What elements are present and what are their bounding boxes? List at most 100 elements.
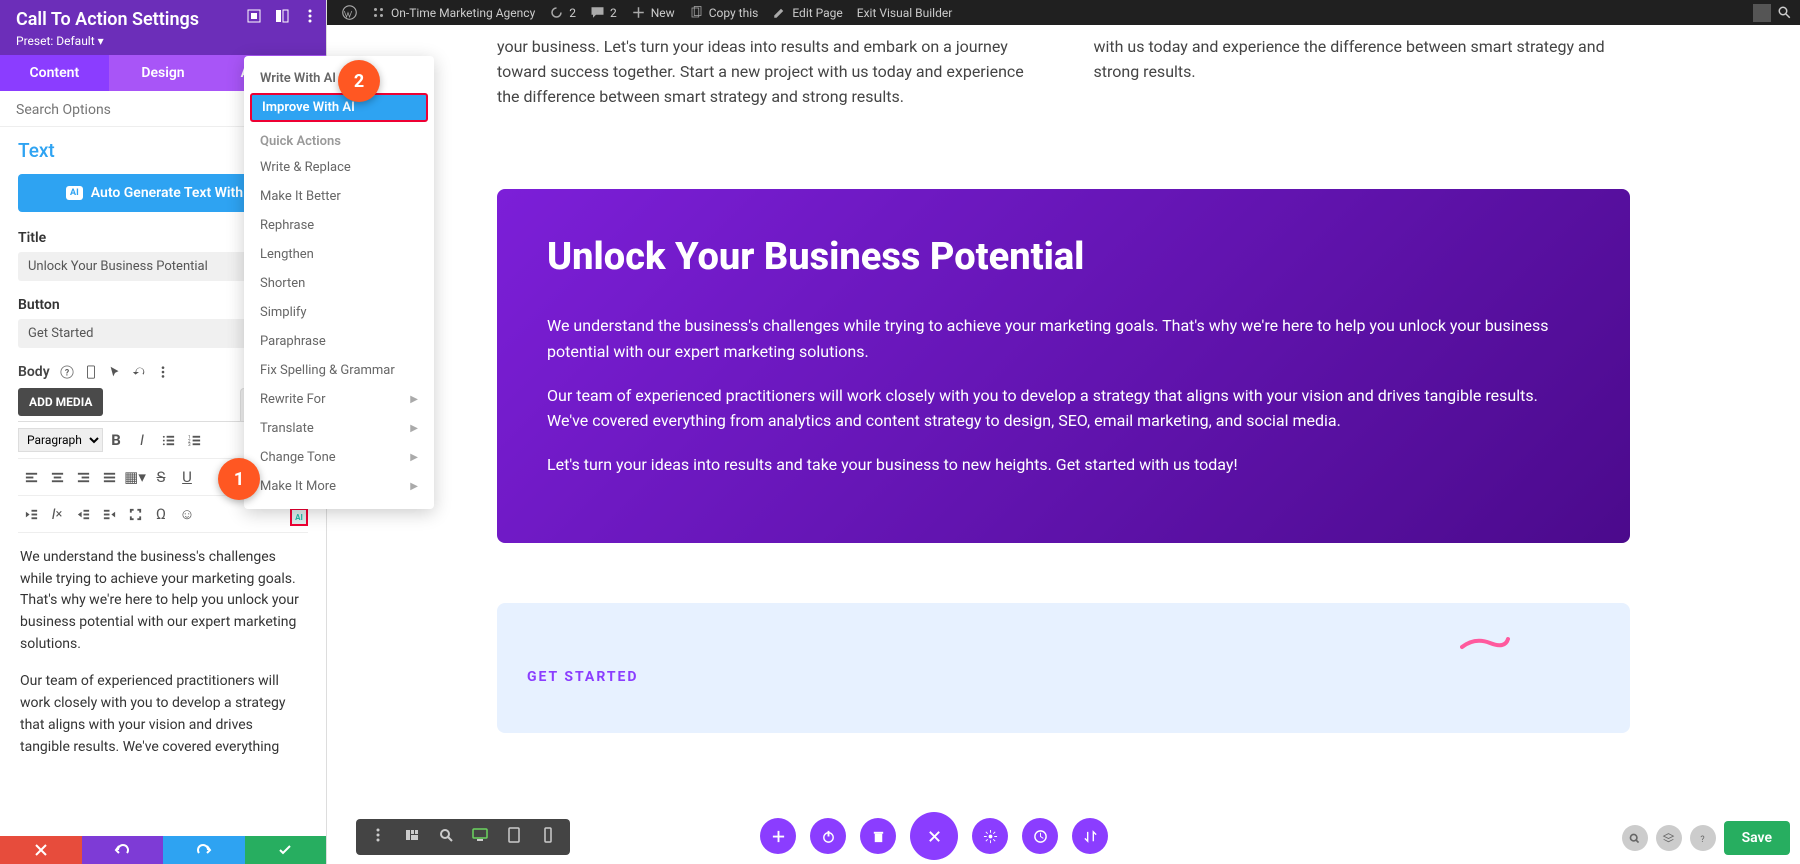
- history-button[interactable]: [1022, 818, 1058, 854]
- zoom-icon[interactable]: [434, 825, 458, 849]
- dd-simplify[interactable]: Simplify: [244, 298, 434, 327]
- bold-icon[interactable]: B: [103, 427, 129, 453]
- outdent-icon[interactable]: [18, 501, 44, 527]
- table-icon[interactable]: ▦▾: [122, 464, 148, 490]
- pink-swoosh-icon: [1460, 633, 1510, 651]
- panel-footer: [0, 836, 326, 864]
- clear-format-icon[interactable]: I×: [44, 501, 70, 527]
- settings-button[interactable]: [972, 818, 1008, 854]
- dd-paraphrase[interactable]: Paraphrase: [244, 327, 434, 356]
- dd-make-better[interactable]: Make It Better: [244, 182, 434, 211]
- dd-translate[interactable]: Translate▶: [244, 414, 434, 443]
- cta-p1: We understand the business's challenges …: [547, 313, 1580, 364]
- wireframe-icon[interactable]: [400, 825, 424, 849]
- align-left-icon[interactable]: [18, 464, 44, 490]
- omega-icon[interactable]: Ω: [148, 501, 174, 527]
- comments-count[interactable]: 2: [583, 0, 624, 25]
- edit-page-link[interactable]: Edit Page: [765, 0, 849, 25]
- question-grey-icon[interactable]: ?: [1690, 825, 1716, 851]
- wp-admin-bar: On-Time Marketing Agency 2 2 New Copy th…: [327, 0, 1800, 25]
- preset-selector[interactable]: Preset: Default ▾: [16, 34, 310, 48]
- site-name[interactable]: On-Time Marketing Agency: [364, 0, 542, 25]
- dd-rewrite-for[interactable]: Rewrite For▶: [244, 385, 434, 414]
- ai-dropdown: Write With AI Improve With AI Quick Acti…: [244, 56, 434, 509]
- get-started-label[interactable]: GET STARTED: [527, 669, 1600, 685]
- tablet-icon[interactable]: [502, 825, 526, 849]
- search-grey-icon[interactable]: [1622, 825, 1648, 851]
- italic-icon[interactable]: I: [129, 427, 155, 453]
- dd-improve[interactable]: Improve With AI: [250, 93, 428, 122]
- emoji-icon[interactable]: ☺: [174, 501, 200, 527]
- cursor-icon[interactable]: [108, 365, 122, 379]
- align-justify-icon[interactable]: [96, 464, 122, 490]
- ai-corner-icon[interactable]: AI: [290, 508, 308, 526]
- desktop-icon[interactable]: [468, 825, 492, 849]
- cta-p3: Let's turn your ideas into results and t…: [547, 452, 1580, 478]
- copy-link[interactable]: Copy this: [682, 0, 766, 25]
- body-editor[interactable]: We understand the business's challenges …: [18, 533, 308, 788]
- svg-text:3: 3: [187, 442, 190, 448]
- dd-lengthen[interactable]: Lengthen: [244, 240, 434, 269]
- trash-button[interactable]: [860, 818, 896, 854]
- dd-write-replace[interactable]: Write & Replace: [244, 153, 434, 182]
- indent-icon[interactable]: [70, 501, 96, 527]
- text-col-1: your business. Let's turn your ideas int…: [497, 35, 1034, 109]
- tab-content[interactable]: Content: [0, 55, 109, 91]
- builder-controls: [760, 812, 1108, 860]
- collapse-icon[interactable]: [274, 8, 290, 24]
- below-section: GET STARTED: [497, 603, 1630, 733]
- refresh-count[interactable]: 2: [542, 0, 583, 25]
- cta-title: Unlock Your Business Potential: [547, 235, 1580, 279]
- swap-button[interactable]: [1072, 818, 1108, 854]
- fullscreen-icon[interactable]: [122, 501, 148, 527]
- text-col-2: with us today and experience the differe…: [1094, 35, 1631, 109]
- ol-icon[interactable]: 123: [181, 427, 207, 453]
- snap-icon[interactable]: [246, 8, 262, 24]
- callout-1: 1: [218, 458, 260, 500]
- close-button[interactable]: [910, 812, 958, 860]
- search-icon[interactable]: [1777, 5, 1792, 20]
- layers-grey-icon[interactable]: [1656, 825, 1682, 851]
- strike-icon[interactable]: S: [148, 464, 174, 490]
- align-right-icon[interactable]: [70, 464, 96, 490]
- tab-design[interactable]: Design: [109, 55, 218, 91]
- phone-icon[interactable]: [536, 825, 560, 849]
- svg-text:?: ?: [1700, 834, 1704, 844]
- user-avatar[interactable]: [1753, 4, 1771, 22]
- undo-icon[interactable]: [132, 365, 146, 379]
- indent2-icon[interactable]: [96, 501, 122, 527]
- kebab-icon[interactable]: [366, 825, 390, 849]
- underline-icon[interactable]: U: [174, 464, 200, 490]
- help-icon[interactable]: ?: [60, 365, 74, 379]
- align-center-icon[interactable]: [44, 464, 70, 490]
- dd-change-tone[interactable]: Change Tone▶: [244, 443, 434, 472]
- callout-2: 2: [338, 60, 380, 102]
- dd-fix-spelling[interactable]: Fix Spelling & Grammar: [244, 356, 434, 385]
- power-button[interactable]: [810, 818, 846, 854]
- cta-p2: Our team of experienced practitioners wi…: [547, 383, 1580, 434]
- new-link[interactable]: New: [624, 0, 682, 25]
- dd-quick-header: Quick Actions: [244, 122, 434, 153]
- redo-button[interactable]: [163, 836, 245, 864]
- cancel-button[interactable]: [0, 836, 82, 864]
- view-toolbar: [356, 819, 570, 855]
- mobile-icon[interactable]: [84, 365, 98, 379]
- exit-vb-link[interactable]: Exit Visual Builder: [850, 0, 960, 25]
- svg-text:?: ?: [65, 369, 69, 379]
- cta-module[interactable]: Unlock Your Business Potential We unders…: [497, 189, 1630, 543]
- format-select[interactable]: Paragraph: [18, 428, 103, 452]
- more-icon[interactable]: [302, 8, 318, 24]
- save-bar: ? Save: [1622, 821, 1790, 855]
- undo-button[interactable]: [82, 836, 164, 864]
- page-canvas: your business. Let's turn your ideas int…: [327, 25, 1800, 864]
- ul-icon[interactable]: [155, 427, 181, 453]
- panel-header: Call To Action Settings Preset: Default …: [0, 0, 326, 55]
- dd-make-more[interactable]: Make It More▶: [244, 472, 434, 501]
- save-button[interactable]: Save: [1724, 821, 1790, 855]
- kebab-icon[interactable]: [156, 365, 170, 379]
- dd-rephrase[interactable]: Rephrase: [244, 211, 434, 240]
- dd-shorten[interactable]: Shorten: [244, 269, 434, 298]
- add-button[interactable]: [760, 818, 796, 854]
- apply-button[interactable]: [245, 836, 327, 864]
- wp-logo[interactable]: [335, 0, 364, 25]
